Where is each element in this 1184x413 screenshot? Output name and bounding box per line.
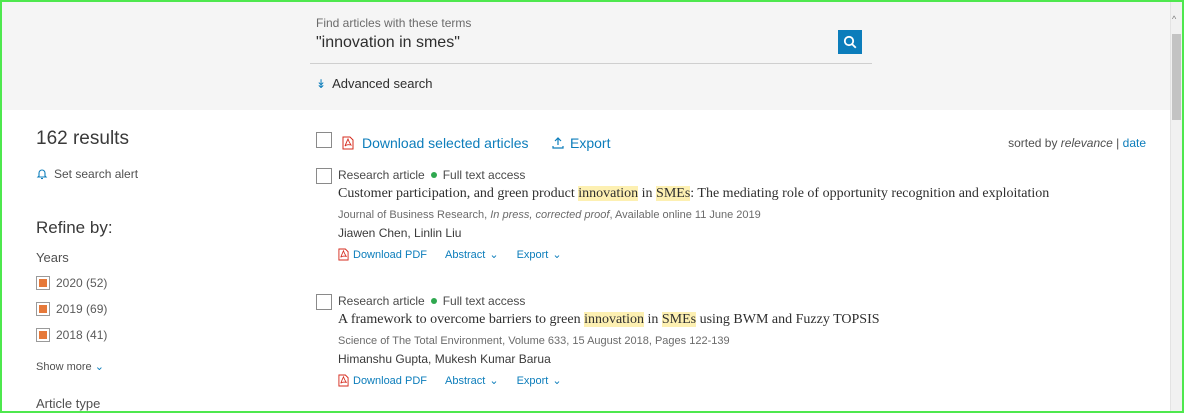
journal-status: In press, corrected proof xyxy=(490,209,610,221)
year-filter-label: 2019 (69) xyxy=(56,302,108,316)
search-button[interactable] xyxy=(838,30,862,54)
download-pdf-label: Download PDF xyxy=(353,374,427,387)
title-text: A framework to overcome barriers to gree… xyxy=(338,312,585,327)
advanced-search-link[interactable]: ↡ Advanced search xyxy=(316,76,433,91)
article-type: Research article xyxy=(338,294,425,308)
search-label: Find articles with these terms xyxy=(316,16,472,30)
chevron-down-icon: ⌄ xyxy=(552,375,562,387)
result-checkbox[interactable] xyxy=(316,168,332,184)
article-type-heading: Article type xyxy=(36,396,101,411)
search-input[interactable]: Find articles with these terms "innovati… xyxy=(310,8,872,64)
set-search-alert-link[interactable]: Set search alert xyxy=(36,167,138,181)
refine-heading: Refine by: xyxy=(36,218,113,237)
download-selected-button[interactable]: Download selected articles xyxy=(342,135,529,151)
sort-date-link[interactable]: date xyxy=(1123,136,1146,150)
year-filter-label: 2020 (52) xyxy=(56,276,108,290)
year-filter-2018[interactable]: 2018 (41) xyxy=(36,328,107,342)
sort-relevance[interactable]: relevance xyxy=(1061,136,1113,150)
result-source: Journal of Business Research, In press, … xyxy=(338,209,761,221)
abstract-toggle[interactable]: Abstract ⌄ xyxy=(444,248,499,262)
result-authors: Jiawen Chen, Linlin Liu xyxy=(338,226,462,240)
download-selected-label: Download selected articles xyxy=(362,135,529,151)
result-actions: Download PDF Abstract ⌄ Export ⌄ xyxy=(338,248,562,261)
export-button[interactable]: Export xyxy=(552,135,610,151)
show-more-link[interactable]: Show more ⌄ xyxy=(36,360,104,373)
pdf-icon xyxy=(342,136,354,150)
result-item: Research article Full text access A fram… xyxy=(316,292,1156,402)
sort-options: sorted by relevance | date xyxy=(1008,136,1146,150)
chevron-down-icon: ⌄ xyxy=(489,375,499,387)
show-more-label: Show more xyxy=(36,361,92,373)
result-meta: Research article Full text access xyxy=(338,294,525,308)
sorted-by-label: sorted by xyxy=(1008,136,1058,150)
journal-name: Journal of Business Research, xyxy=(338,209,491,221)
export-icon xyxy=(552,137,564,149)
select-all-checkbox[interactable] xyxy=(316,132,332,148)
result-title-link[interactable]: A framework to overcome barriers to gree… xyxy=(338,312,880,328)
title-text: using BWM and Fuzzy TOPSIS xyxy=(696,312,880,327)
access-label: Full text access xyxy=(442,168,526,182)
year-filter-2019[interactable]: 2019 (69) xyxy=(36,302,107,316)
app-window: Find articles with these terms "innovati… xyxy=(0,0,1184,413)
double-chevron-down-icon: ↡ xyxy=(316,76,327,91)
year-checkbox[interactable] xyxy=(36,276,50,290)
pdf-icon xyxy=(338,374,349,387)
year-checkbox[interactable] xyxy=(36,302,50,316)
result-title-link[interactable]: Customer participation, and green produc… xyxy=(338,186,1049,202)
download-pdf-link[interactable]: Download PDF xyxy=(338,374,427,387)
result-authors: Himanshu Gupta, Mukesh Kumar Barua xyxy=(338,352,551,366)
pdf-icon xyxy=(338,248,349,261)
export-label: Export xyxy=(516,374,549,387)
result-actions: Download PDF Abstract ⌄ Export ⌄ xyxy=(338,374,562,387)
search-icon xyxy=(843,35,857,49)
title-highlight: innovation xyxy=(584,312,644,327)
year-filter-2020[interactable]: 2020 (52) xyxy=(36,276,107,290)
article-type: Research article xyxy=(338,168,425,182)
results-toolbar: Download selected articles Export sorted… xyxy=(316,132,1146,156)
results-count: 162 results xyxy=(36,128,129,149)
scrollbar-thumb[interactable] xyxy=(1172,34,1181,120)
search-query[interactable]: "innovation in smes" xyxy=(316,34,460,52)
title-text: in xyxy=(638,186,657,201)
title-text: : The mediating role of opportunity reco… xyxy=(690,186,1050,201)
chevron-down-icon: ⌄ xyxy=(489,249,499,261)
title-text: Customer participation, and green produc… xyxy=(338,186,579,201)
scroll-up-icon[interactable]: ^ xyxy=(1172,14,1176,24)
result-meta: Research article Full text access xyxy=(338,168,525,182)
sort-separator: | xyxy=(1116,136,1120,150)
journal-date: , Available online 11 June 2019 xyxy=(609,209,761,221)
result-source: Science of The Total Environment, Volume… xyxy=(338,335,730,347)
title-highlight: SMEs xyxy=(656,186,691,201)
set-search-alert-label: Set search alert xyxy=(54,167,139,181)
export-label: Export xyxy=(570,135,611,151)
year-filter-label: 2018 (41) xyxy=(56,328,108,342)
download-pdf-link[interactable]: Download PDF xyxy=(338,248,427,261)
chevron-down-icon: ⌄ xyxy=(94,361,104,373)
year-checkbox[interactable] xyxy=(36,328,50,342)
title-highlight: SMEs xyxy=(661,312,697,327)
title-highlight: innovation xyxy=(578,186,639,201)
abstract-label: Abstract xyxy=(444,374,486,387)
access-label: Full text access xyxy=(442,294,526,308)
result-item: Research article Full text access Custom… xyxy=(316,166,1156,276)
advanced-search-label: Advanced search xyxy=(332,76,433,91)
export-label: Export xyxy=(516,248,549,261)
access-dot-icon xyxy=(430,298,437,304)
abstract-toggle[interactable]: Abstract ⌄ xyxy=(444,374,499,388)
search-band: Find articles with these terms "innovati… xyxy=(2,2,1172,110)
access-dot-icon xyxy=(430,172,437,178)
result-checkbox[interactable] xyxy=(316,294,332,310)
download-pdf-label: Download PDF xyxy=(353,248,427,261)
chevron-down-icon: ⌄ xyxy=(552,249,562,261)
export-dropdown[interactable]: Export ⌄ xyxy=(516,374,562,388)
bell-icon xyxy=(36,169,48,180)
export-dropdown[interactable]: Export ⌄ xyxy=(516,248,562,262)
scrollbar[interactable]: ^ xyxy=(1170,2,1182,411)
abstract-label: Abstract xyxy=(444,248,486,261)
years-heading: Years xyxy=(36,250,69,265)
title-text: in xyxy=(643,312,662,327)
